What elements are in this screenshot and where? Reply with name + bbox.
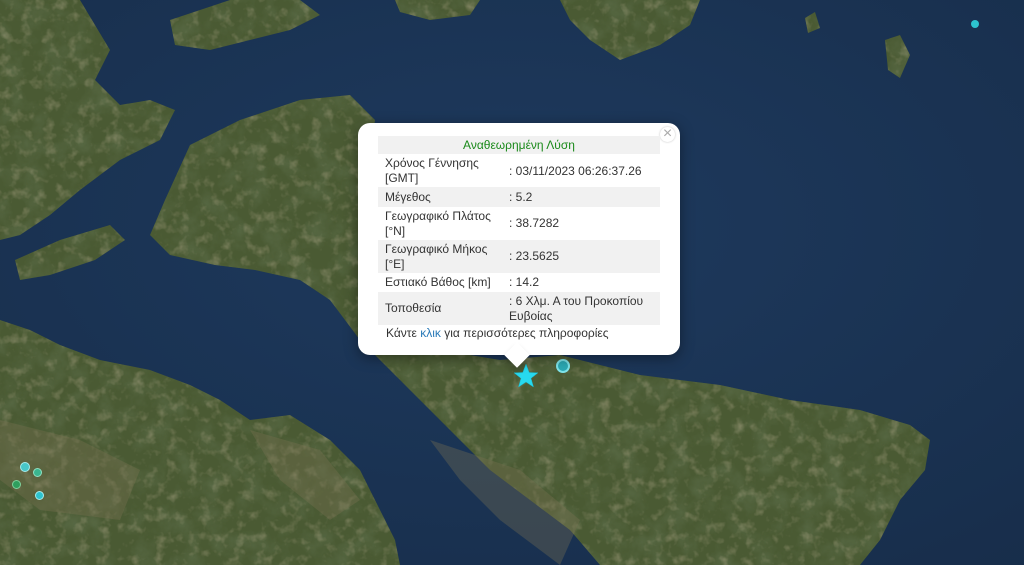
earthquake-marker[interactable] bbox=[33, 468, 42, 477]
origin-time-value: : 03/11/2023 06:26:37.26 bbox=[509, 163, 642, 178]
earthquake-marker[interactable] bbox=[556, 359, 570, 373]
popup-close-button[interactable]: × bbox=[660, 126, 675, 142]
longitude-value: : 23.5625 bbox=[502, 240, 660, 273]
location-label: Τοποθεσία bbox=[378, 292, 502, 325]
table-row: Γεωγραφικό Μήκος [°E] : 23.5625 bbox=[378, 240, 660, 273]
earthquake-marker[interactable] bbox=[971, 20, 979, 28]
earthquake-info-popup: × Αναθεωρημένη Λύση Χρόνος Γέννησης [GMT… bbox=[358, 123, 680, 368]
table-row: Μέγεθος : 5.2 bbox=[378, 187, 660, 207]
depth-label: Εστιακό Βάθος [km] bbox=[385, 275, 491, 289]
location-value: : 6 Χλμ. Α του Προκοπίου Ευβοίας bbox=[502, 292, 660, 325]
longitude-label: Γεωγραφικό Μήκος [°E] bbox=[378, 240, 502, 273]
map-canvas[interactable]: × Αναθεωρημένη Λύση Χρόνος Γέννησης [GMT… bbox=[0, 0, 1024, 565]
event-details-table: Χρόνος Γέννησης [GMT] : 03/11/2023 06:26… bbox=[378, 155, 660, 325]
table-row: Τοποθεσία : 6 Χλμ. Α του Προκοπίου Ευβοί… bbox=[378, 292, 660, 325]
table-row: Γεωγραφικό Πλάτος [°N] : 38.7282 bbox=[378, 207, 660, 240]
table-row: Χρόνος Γέννησης [GMT] : 03/11/2023 06:26… bbox=[378, 155, 660, 187]
earthquake-marker[interactable] bbox=[20, 462, 30, 472]
more-info-text: Κάντε κλικ για περισσότερες πληροφορίες bbox=[386, 326, 609, 340]
latitude-value: : 38.7282 bbox=[509, 216, 560, 230]
magnitude-label: Μέγεθος bbox=[378, 187, 502, 207]
origin-time-label: Χρόνος Γέννησης [GMT] bbox=[385, 156, 479, 185]
magnitude-value: : 5.2 bbox=[502, 187, 660, 207]
depth-value: : 14.2 bbox=[509, 275, 540, 289]
popup-title: Αναθεωρημένη Λύση bbox=[378, 136, 660, 154]
earthquake-marker[interactable] bbox=[35, 491, 44, 500]
more-info-link[interactable]: κλικ bbox=[420, 326, 441, 340]
more-info-suffix: για περισσότερες πληροφορίες bbox=[440, 326, 609, 340]
more-info-prefix: Κάντε bbox=[386, 326, 421, 340]
table-row: Εστιακό Βάθος [km] : 14.2 bbox=[378, 273, 660, 292]
latitude-label: Γεωγραφικό Πλάτος [°N] bbox=[385, 208, 491, 238]
earthquake-marker[interactable] bbox=[12, 480, 21, 489]
